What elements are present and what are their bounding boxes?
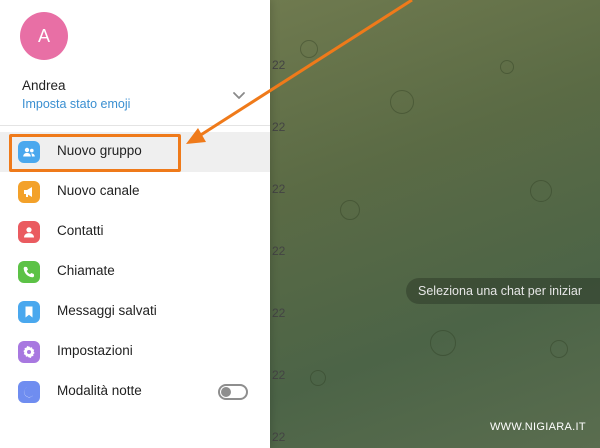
doodle-shape	[310, 370, 326, 386]
watermark: WWW.NIGIARA.IT	[490, 421, 586, 433]
menu-item-label: Chiamate	[57, 263, 115, 278]
phone-icon	[18, 261, 40, 283]
empty-chat-message: Seleziona una chat per iniziar	[406, 278, 600, 304]
set-emoji-status-link[interactable]: Imposta stato emoji	[22, 97, 130, 111]
menu-item-calls[interactable]: Chiamate	[0, 252, 270, 292]
chat-time: 22	[272, 120, 286, 134]
person-icon	[18, 221, 40, 243]
chat-time: 22	[272, 244, 286, 258]
chat-time: 22	[272, 430, 286, 444]
menu-item-label: Impostazioni	[57, 343, 133, 358]
user-name: Andrea	[22, 78, 66, 93]
chat-time: 22	[272, 58, 286, 72]
menu-item-saved-messages[interactable]: Messaggi salvati	[0, 292, 270, 332]
doodle-shape	[550, 340, 568, 358]
menu-item-label: Modalità notte	[57, 383, 142, 398]
menu-item-new-group[interactable]: Nuovo gruppo	[0, 132, 270, 172]
chat-background	[270, 0, 600, 448]
menu-item-settings[interactable]: Impostazioni	[0, 332, 270, 372]
menu-item-contacts[interactable]: Contatti	[0, 212, 270, 252]
bookmark-icon	[18, 301, 40, 323]
chat-time: 22	[272, 182, 286, 196]
toggle-knob	[221, 387, 231, 397]
menu-item-label: Messaggi salvati	[57, 303, 157, 318]
doodle-shape	[390, 90, 414, 114]
side-drawer: A Andrea Imposta stato emoji Nuovo grupp…	[0, 0, 270, 448]
moon-icon	[18, 381, 40, 403]
doodle-shape	[430, 330, 456, 356]
megaphone-icon	[18, 181, 40, 203]
menu-item-label: Nuovo gruppo	[57, 143, 142, 158]
doodle-shape	[530, 180, 552, 202]
gear-icon	[18, 341, 40, 363]
group-icon	[18, 141, 40, 163]
menu-item-new-channel[interactable]: Nuovo canale	[0, 172, 270, 212]
doodle-shape	[300, 40, 318, 58]
menu-item-label: Nuovo canale	[57, 183, 140, 198]
menu-item-label: Contatti	[57, 223, 104, 238]
divider	[0, 125, 270, 126]
night-mode-toggle[interactable]	[218, 384, 248, 400]
doodle-shape	[500, 60, 514, 74]
chevron-down-icon[interactable]	[230, 86, 248, 104]
doodle-shape	[340, 200, 360, 220]
avatar[interactable]: A	[20, 12, 68, 60]
chat-time: 22	[272, 368, 286, 382]
chat-time: 22	[272, 306, 286, 320]
